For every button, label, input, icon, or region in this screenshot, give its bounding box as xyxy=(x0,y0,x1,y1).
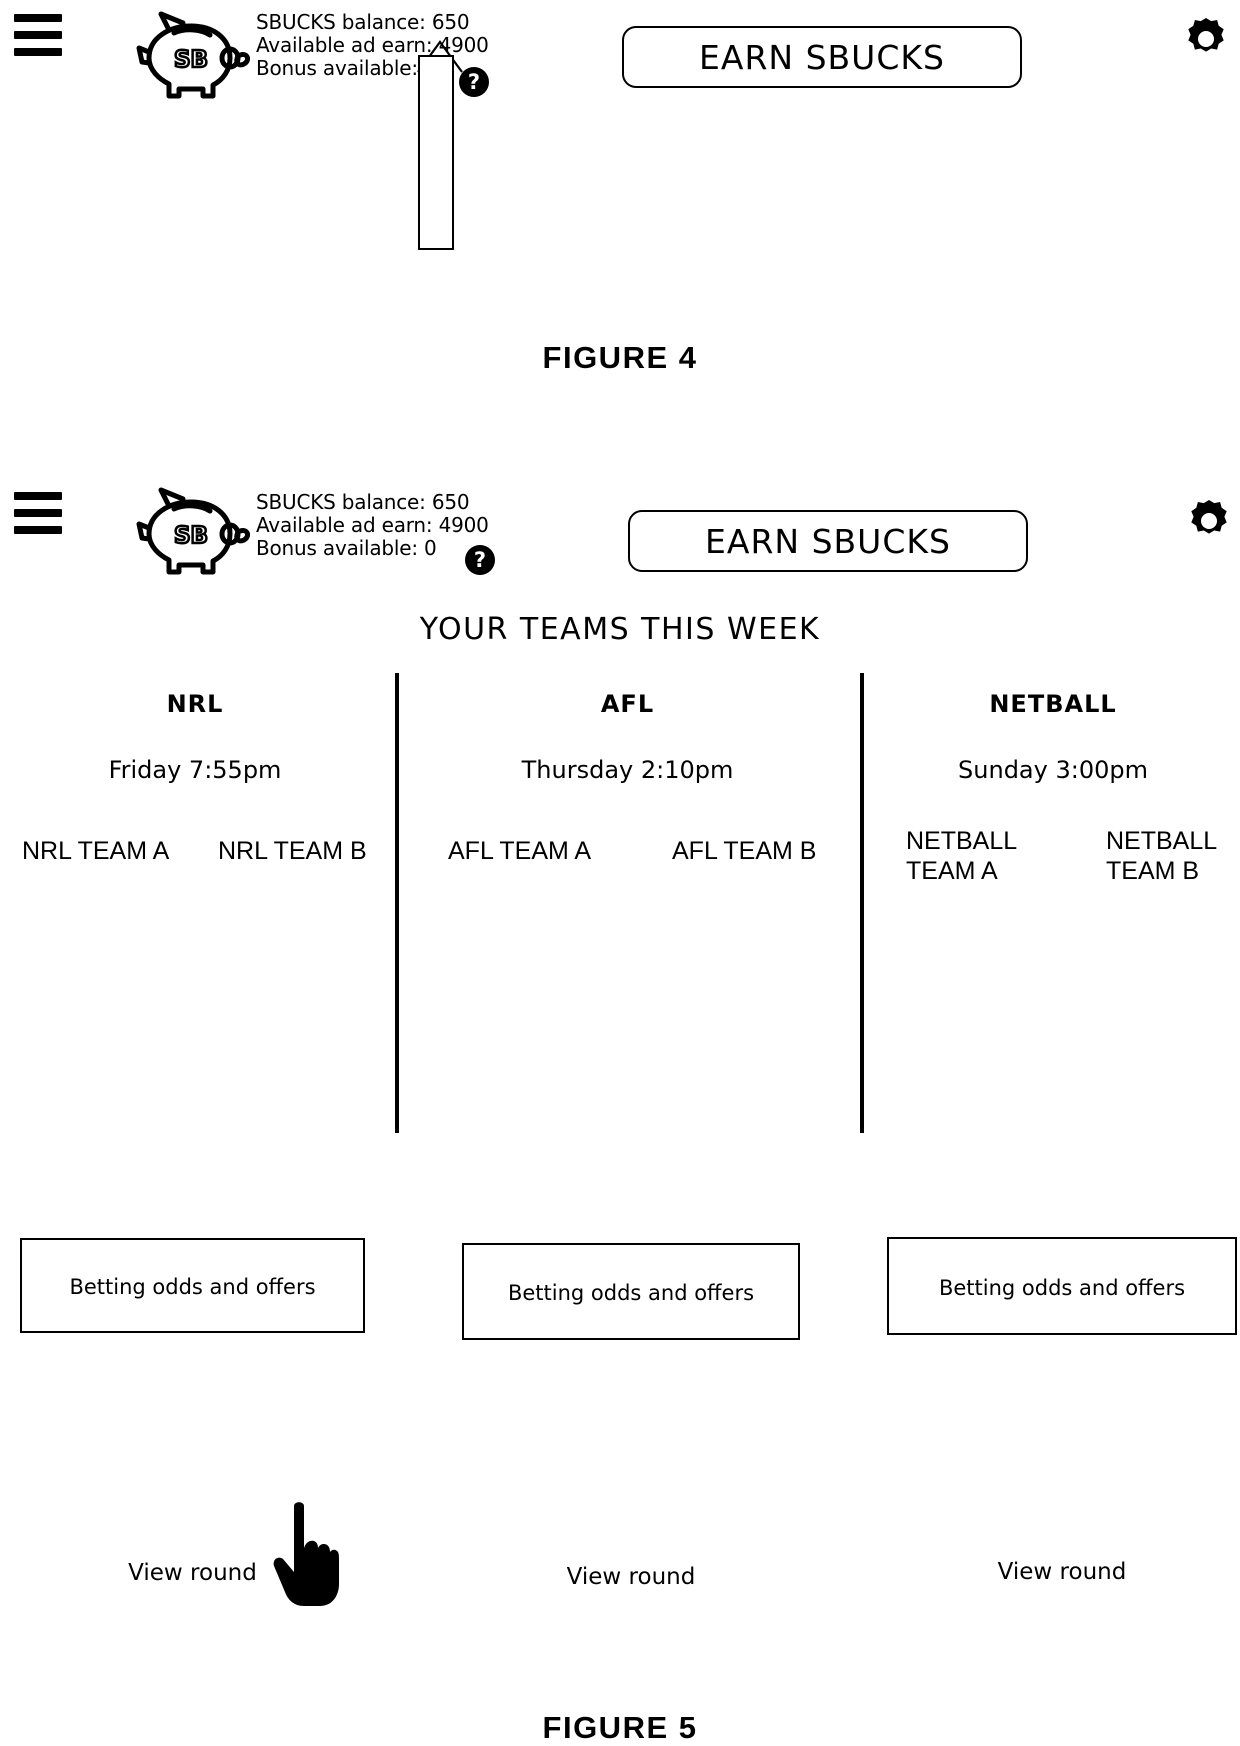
sport-title: NETBALL xyxy=(989,690,1117,718)
match-time: Thursday 2:10pm xyxy=(521,756,734,784)
piggy-bank-icon: SB xyxy=(133,8,255,103)
team-a-label: NRL TEAM A xyxy=(22,837,170,865)
piggy-sb-label: SB xyxy=(174,47,208,73)
available-ad-earn-text: Available ad earn: 4900 xyxy=(256,33,489,57)
hamburger-menu-icon[interactable] xyxy=(14,492,62,534)
betting-odds-button-netball[interactable]: Betting odds and offers xyxy=(887,1237,1237,1335)
team-b-label: NETBALL TEAM B xyxy=(1106,827,1217,885)
match-time: Sunday 3:00pm xyxy=(958,756,1148,784)
help-question-icon[interactable]: ? xyxy=(465,545,495,575)
gear-icon[interactable] xyxy=(1185,18,1227,60)
available-ad-earn-text: Available ad earn: 4900 xyxy=(256,513,489,537)
figure-5-panel: SB SBUCKS balance: 650 Available ad earn… xyxy=(0,470,1240,1745)
hamburger-bar xyxy=(14,526,62,534)
column-divider xyxy=(860,673,864,1133)
teams-row: NETBALL TEAM A NETBALL TEAM B xyxy=(866,827,1240,898)
hamburger-bar xyxy=(14,31,62,39)
piggy-bank-icon: SB xyxy=(133,484,255,579)
hamburger-menu-icon[interactable] xyxy=(14,14,62,56)
teams-row: AFL TEAM A AFL TEAM B xyxy=(400,836,855,898)
team-b-label: AFL TEAM B xyxy=(672,837,817,865)
sport-title: AFL xyxy=(600,690,655,718)
team-b-label: NRL TEAM B xyxy=(218,837,367,865)
sport-title: NRL xyxy=(166,690,224,718)
team-a-label: AFL TEAM A xyxy=(448,837,592,865)
teams-row: NRL TEAM A NRL TEAM B xyxy=(0,836,390,898)
hamburger-bar xyxy=(14,48,62,56)
sbucks-balance-text: SBUCKS balance: 650 xyxy=(256,10,470,34)
earn-sbucks-button[interactable]: EARN SBUCKS xyxy=(622,26,1022,88)
sport-column-afl: AFL Thursday 2:10pm AFL TEAM A AFL TEAM … xyxy=(400,670,855,898)
app-header-figure5: SB SBUCKS balance: 650 Available ad earn… xyxy=(0,470,1240,580)
sport-column-nrl: NRL Friday 7:55pm NRL TEAM A NRL TEAM B xyxy=(0,670,390,898)
team-a-label: NETBALL TEAM A xyxy=(906,827,1017,885)
view-round-link-nrl[interactable]: View round xyxy=(20,1560,365,1586)
piggy-sb-label: SB xyxy=(174,523,208,549)
earn-sbucks-button[interactable]: EARN SBUCKS xyxy=(628,510,1028,572)
sbucks-balance-text: SBUCKS balance: 650 xyxy=(256,490,470,514)
betting-odds-button-nrl[interactable]: Betting odds and offers xyxy=(20,1238,365,1333)
sport-column-netball: NETBALL Sunday 3:00pm NETBALL TEAM A NET… xyxy=(866,670,1240,898)
hamburger-bar xyxy=(14,509,62,517)
match-time: Friday 7:55pm xyxy=(108,756,282,784)
hamburger-bar xyxy=(14,492,62,500)
hamburger-bar xyxy=(14,14,62,22)
figure-4-panel: SB SBUCKS balance: 650 Available ad earn… xyxy=(0,0,1240,420)
page-title: YOUR TEAMS THIS WEEK xyxy=(419,612,821,647)
view-round-link-afl[interactable]: View round xyxy=(462,1564,800,1590)
figure-5-caption: FIGURE 5 xyxy=(542,1710,698,1745)
pointing-hand-cursor xyxy=(272,1500,342,1608)
betting-odds-button-afl[interactable]: Betting odds and offers xyxy=(462,1243,800,1340)
figure-4-caption: FIGURE 4 xyxy=(542,340,698,375)
app-header-figure4: SB SBUCKS balance: 650 Available ad earn… xyxy=(0,0,1240,110)
gear-icon[interactable] xyxy=(1188,500,1230,542)
column-divider xyxy=(395,673,399,1133)
view-round-link-netball[interactable]: View round xyxy=(887,1559,1237,1585)
empty-callout-panel xyxy=(418,55,454,250)
